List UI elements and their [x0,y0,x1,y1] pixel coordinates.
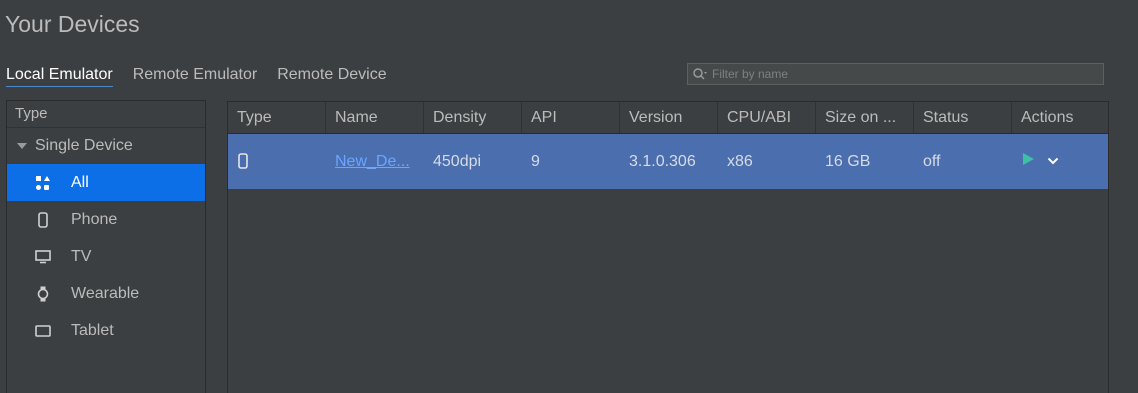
column-header-status[interactable]: Status [914,102,1012,133]
tab-bar: Local Emulator Remote Emulator Remote De… [6,66,387,87]
sidebar-item-label: TV [71,247,92,265]
column-header-api[interactable]: API [522,102,620,133]
row-version-cell: 3.1.0.306 [629,152,696,170]
tab-remote-emulator[interactable]: Remote Emulator [133,66,258,87]
tab-local-emulator[interactable]: Local Emulator [6,66,113,87]
chevron-down-icon[interactable] [1047,153,1059,171]
column-header-type[interactable]: Type [228,102,326,133]
sidebar-item-tablet[interactable]: Tablet [7,312,205,349]
row-type-cell [228,153,326,171]
single-device-group[interactable]: Single Device [7,128,205,164]
row-size-cell: 16 GB [825,152,871,170]
tv-icon [35,249,51,265]
single-device-label: Single Device [35,137,133,154]
row-cpu-cell: x86 [727,152,753,170]
filter-box[interactable] [687,63,1104,85]
page-title: Your Devices [5,11,140,37]
watch-icon [35,286,51,302]
sidebar-item-label: Phone [71,210,118,228]
sidebar-item-label: Wearable [71,284,140,302]
row-actions-cell [1012,152,1108,171]
sidebar-item-label: All [71,173,89,191]
filter-input[interactable] [710,66,1094,82]
tablet-icon [35,323,51,339]
sidebar-item-label: Tablet [71,321,114,339]
column-header-name[interactable]: Name [326,102,424,133]
column-header-density[interactable]: Density [424,102,522,133]
sidebar-item-all[interactable]: All [7,164,205,201]
caret-down-icon [17,143,27,149]
row-density-cell: 450dpi [433,152,482,170]
column-header-version[interactable]: Version [620,102,718,133]
search-icon [692,65,710,83]
sidebar-item-phone[interactable]: Phone [7,201,205,238]
row-api-cell: 9 [531,152,540,170]
tab-remote-device[interactable]: Remote Device [277,66,386,87]
row-name-cell: New_De... [326,153,424,171]
type-panel-header: Type [7,101,205,128]
device-type-panel: Type Single Device All Phone TV Wearable… [6,100,206,393]
play-icon[interactable] [1021,152,1035,171]
grid-shapes-icon [35,175,51,191]
phone-icon [35,211,51,228]
column-header-actions[interactable]: Actions [1012,102,1108,133]
device-name-link[interactable]: New_De... [335,153,410,170]
sidebar-item-tv[interactable]: TV [7,238,205,275]
table-row[interactable]: New_De... 450dpi 9 3.1.0.306 x86 16 GB o… [228,134,1108,189]
sidebar-item-wearable[interactable]: Wearable [7,275,205,312]
row-status-cell: off [923,152,941,170]
column-header-cpu-abi[interactable]: CPU/ABI [718,102,816,133]
table-header: Type Name Density API Version CPU/ABI Si… [228,102,1108,134]
column-header-size[interactable]: Size on ... [816,102,914,133]
device-table: Type Name Density API Version CPU/ABI Si… [227,101,1109,393]
phone-icon [237,153,249,170]
